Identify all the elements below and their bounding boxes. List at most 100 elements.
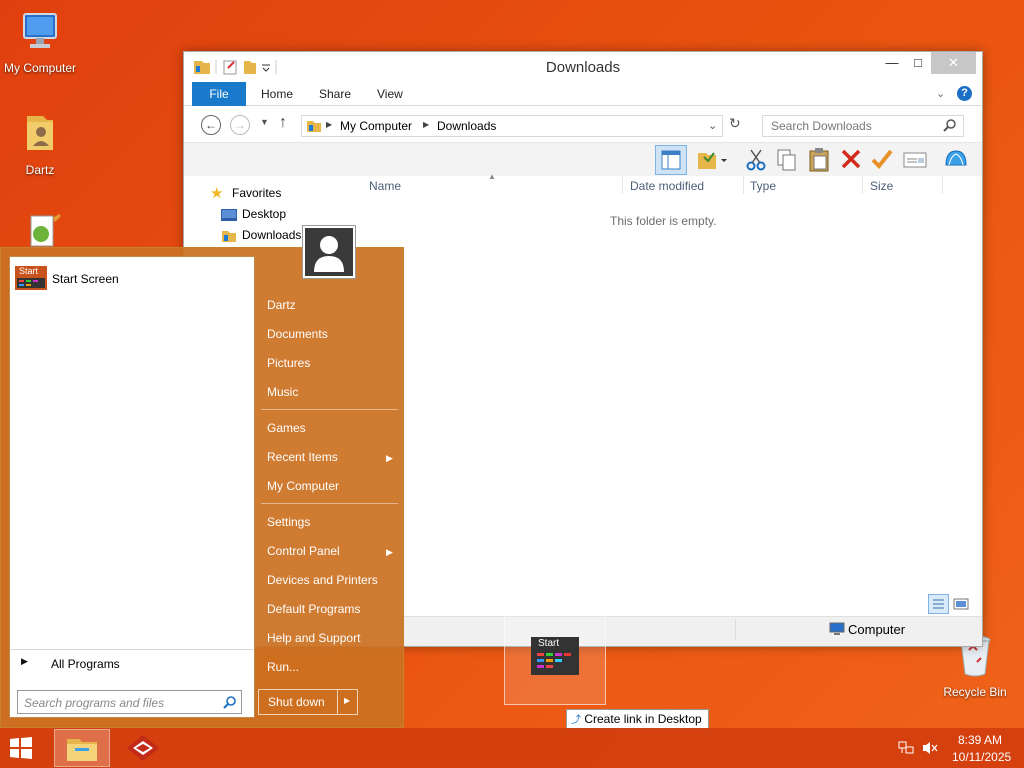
rename-checkmark-icon[interactable] xyxy=(870,147,894,174)
preview-pane-button[interactable] xyxy=(655,145,687,175)
tab-share[interactable]: Share xyxy=(319,82,351,106)
menu-item-run[interactable]: Run... xyxy=(267,660,299,674)
menu-item-my-computer[interactable]: My Computer xyxy=(267,479,339,493)
menu-item-pictures[interactable]: Pictures xyxy=(267,356,310,370)
desktop-icon-my-computer[interactable]: My Computer xyxy=(0,8,80,75)
tab-home[interactable]: Home xyxy=(261,82,293,106)
all-programs-button[interactable]: All Programs xyxy=(51,657,120,671)
menu-separator xyxy=(261,409,398,410)
column-divider xyxy=(862,176,863,194)
menu-item-games[interactable]: Games xyxy=(267,421,306,435)
menu-item-recent-items[interactable]: Recent Items xyxy=(267,450,338,464)
menu-item-devices-printers[interactable]: Devices and Printers xyxy=(267,573,378,587)
paste-icon[interactable] xyxy=(807,147,831,176)
sort-indicator-icon: ▲ xyxy=(488,172,496,181)
breadcrumb-downloads[interactable]: Downloads xyxy=(437,119,496,133)
clock-time[interactable]: 8:39 AM xyxy=(958,733,1002,747)
volume-muted-icon[interactable] xyxy=(922,740,938,759)
minimize-button[interactable]: — xyxy=(879,52,905,74)
start-screen-label: Start Screen xyxy=(52,272,119,286)
shutdown-button-group: Shut down ▶ xyxy=(258,689,358,715)
desktop-icon-dartz[interactable]: Dartz xyxy=(0,110,80,177)
user-folder-icon xyxy=(0,110,80,159)
breadcrumb-my-computer[interactable]: My Computer xyxy=(340,119,412,133)
title-bar[interactable]: Downloads — □ ✕ xyxy=(184,52,982,82)
taskbar-explorer-button[interactable] xyxy=(54,729,110,767)
column-header-name[interactable]: Name xyxy=(369,179,401,193)
submenu-arrow-icon: ▶ xyxy=(386,547,393,557)
status-divider xyxy=(735,619,736,641)
shortcut-arrow-icon: ⤴ xyxy=(571,715,581,726)
address-row: ← → ▼ ↑ ▶ My Computer ▶ Downloads ⌄ ↻ Se… xyxy=(184,106,982,142)
menu-item-documents[interactable]: Documents xyxy=(267,327,328,341)
dragged-tile-label: Start xyxy=(538,638,560,649)
back-button[interactable]: ← xyxy=(201,115,221,135)
column-divider xyxy=(942,176,943,194)
tab-view[interactable]: View xyxy=(377,82,403,106)
desktop-icon-label: Dartz xyxy=(25,163,55,177)
start-menu: Start Start Screen ▶ All Programs Search… xyxy=(0,225,404,728)
details-view-button[interactable] xyxy=(928,594,949,614)
open-folder-icon[interactable] xyxy=(696,149,728,174)
column-header-type[interactable]: Type xyxy=(750,179,776,193)
programs-divider xyxy=(10,649,254,650)
menu-item-default-programs[interactable]: Default Programs xyxy=(267,602,360,616)
drag-ghost: Start xyxy=(504,605,606,705)
user-account-picture[interactable] xyxy=(302,225,356,279)
delete-icon[interactable] xyxy=(840,148,862,173)
start-search-box[interactable]: Search programs and files xyxy=(17,690,242,714)
search-input[interactable]: Search Downloads xyxy=(771,119,872,133)
properties-icon[interactable] xyxy=(903,150,927,173)
forward-button[interactable]: → xyxy=(230,115,250,135)
menu-item-help-support[interactable]: Help and Support xyxy=(267,631,360,645)
shutdown-divider xyxy=(337,690,338,714)
cut-icon[interactable] xyxy=(746,148,766,175)
copy-icon[interactable] xyxy=(776,148,798,175)
menu-item-settings[interactable]: Settings xyxy=(267,515,310,529)
taskbar-app-icon[interactable] xyxy=(124,733,162,766)
ribbon-tabs: File Home Share View ⌄ ? xyxy=(184,82,982,106)
close-button[interactable]: ✕ xyxy=(931,52,976,74)
large-icons-view-button[interactable] xyxy=(953,596,969,615)
search-icon[interactable] xyxy=(943,118,957,135)
shutdown-options-arrow-icon[interactable]: ▶ xyxy=(344,696,350,705)
search-box[interactable]: Search Downloads xyxy=(762,115,964,137)
network-shell-icon[interactable] xyxy=(943,147,969,174)
refresh-button[interactable]: ↻ xyxy=(729,115,741,132)
recent-locations-icon[interactable]: ▼ xyxy=(260,117,269,127)
user-avatar-icon xyxy=(305,228,353,276)
search-icon[interactable] xyxy=(223,695,237,712)
dragged-start-tile: Start xyxy=(531,637,579,675)
clock-date[interactable]: 10/11/2025 xyxy=(952,750,1011,764)
nav-desktop[interactable]: Desktop xyxy=(242,207,286,221)
menu-item-control-panel[interactable]: Control Panel xyxy=(267,544,340,558)
submenu-arrow-icon: ▶ xyxy=(386,453,393,463)
folder-location-icon xyxy=(306,118,322,137)
favorites-star-icon: ★ xyxy=(210,185,224,202)
column-header-date[interactable]: Date modified xyxy=(630,179,704,193)
start-button[interactable] xyxy=(6,734,46,764)
tab-file[interactable]: File xyxy=(192,82,246,106)
all-programs-arrow-icon: ▶ xyxy=(21,656,28,666)
help-icon[interactable]: ? xyxy=(957,86,972,101)
up-button[interactable]: ↑ xyxy=(279,114,287,132)
column-divider xyxy=(622,176,623,194)
menu-item-dartz[interactable]: Dartz xyxy=(267,298,296,312)
maximize-button[interactable]: □ xyxy=(905,52,931,74)
start-search-input[interactable]: Search programs and files xyxy=(24,696,164,710)
nav-favorites[interactable]: Favorites xyxy=(232,186,281,200)
column-header-size[interactable]: Size xyxy=(870,179,893,193)
shutdown-button[interactable]: Shut down xyxy=(268,695,325,709)
address-dropdown-icon[interactable]: ⌄ xyxy=(708,119,717,132)
network-tray-icon[interactable] xyxy=(898,740,914,759)
desktop-icon-label: My Computer xyxy=(3,61,77,75)
computer-icon xyxy=(0,8,80,57)
nav-downloads[interactable]: Downloads xyxy=(242,228,301,242)
start-screen-item[interactable]: Start Start Screen xyxy=(15,266,249,292)
window-title: Downloads xyxy=(545,59,621,76)
start-menu-programs-pane: Start Start Screen ▶ All Programs Search… xyxy=(9,256,255,718)
ribbon-expand-icon[interactable]: ⌄ xyxy=(936,87,945,100)
address-bar[interactable]: ▶ My Computer ▶ Downloads ⌄ xyxy=(301,115,723,137)
drag-tooltip: ⤴ Create link in Desktop xyxy=(566,709,709,729)
menu-item-music[interactable]: Music xyxy=(267,385,298,399)
